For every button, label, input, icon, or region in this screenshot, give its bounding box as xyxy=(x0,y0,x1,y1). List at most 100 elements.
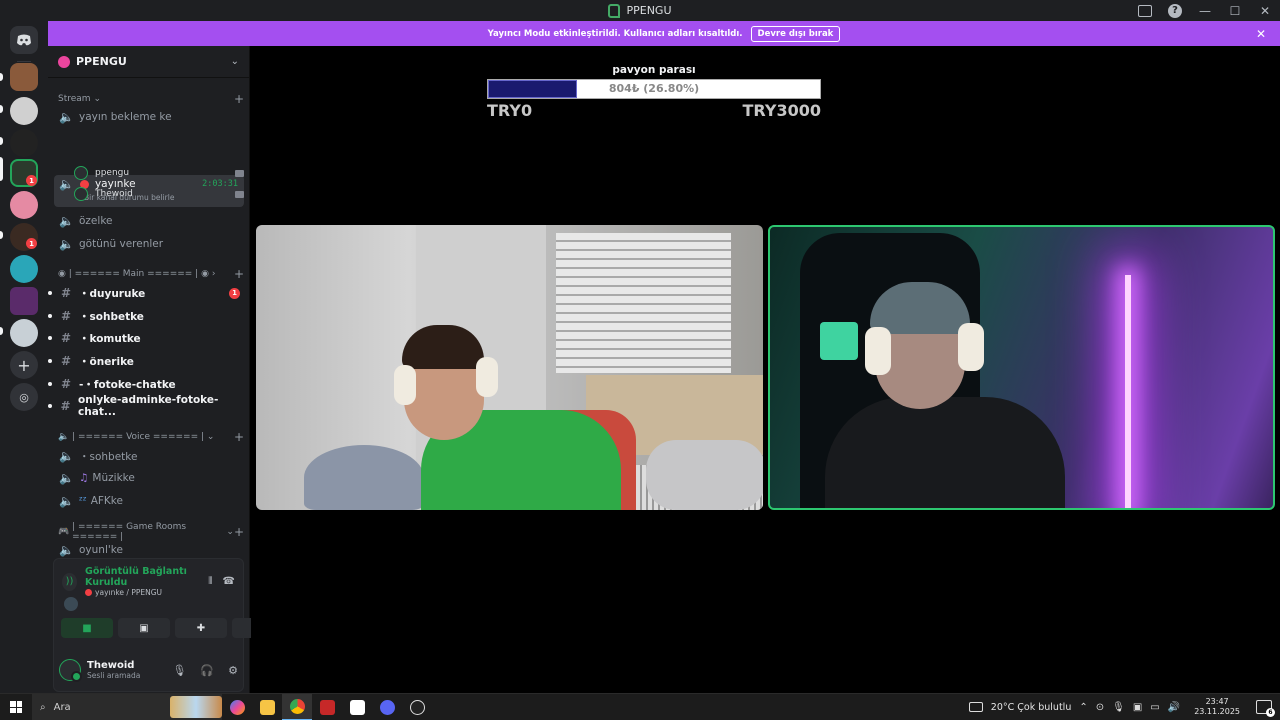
server-icon[interactable] xyxy=(10,191,38,219)
add-channel-icon[interactable]: + xyxy=(234,267,244,281)
disable-streamer-mode-button[interactable]: Devre dışı bırak xyxy=(750,25,841,42)
server-icon[interactable] xyxy=(10,129,38,157)
connection-location[interactable]: yayınke / PPENGU xyxy=(85,588,208,597)
voice-channel[interactable]: 🔈 yayın bekleme ke xyxy=(54,107,244,127)
voice-channel[interactable]: 🔈 ♫ Müzikke xyxy=(54,468,244,488)
microphone-icon[interactable]: 🎙 xyxy=(172,664,186,677)
taskbar-app-obs[interactable] xyxy=(402,694,432,720)
minimize-button[interactable]: — xyxy=(1190,0,1220,21)
chair-light xyxy=(820,322,858,360)
explore-compass-icon[interactable]: ◎ xyxy=(10,383,38,411)
avatar[interactable] xyxy=(64,597,78,611)
category-game-rooms[interactable]: 🎮 | ====== Game Rooms ====== | ⌄ + xyxy=(58,522,244,542)
category-voice[interactable]: 🔈 | ====== Voice ====== | ⌄ + xyxy=(58,430,244,444)
voice-channel[interactable]: 🔈 ・sohbetke xyxy=(54,446,244,466)
text-channel[interactable]: # ・komutke xyxy=(48,328,244,348)
discord-home-icon[interactable] xyxy=(10,26,38,54)
notification-icon[interactable]: 6 xyxy=(1256,700,1275,717)
taskbar-app-chrome[interactable] xyxy=(282,693,312,720)
unread-dot xyxy=(48,359,52,363)
weather-text[interactable]: 20°C Çok bulutlu xyxy=(991,702,1072,713)
app-logo-icon xyxy=(608,3,621,18)
avatar[interactable] xyxy=(59,659,82,682)
server-icon[interactable] xyxy=(10,255,38,283)
camera-button[interactable]: ■ xyxy=(61,618,113,638)
video-tile-thewoid[interactable] xyxy=(768,225,1275,510)
add-channel-icon[interactable]: + xyxy=(234,430,244,444)
category-main[interactable]: ◉ | ====== Main ====== | ◉ › + xyxy=(58,267,244,281)
live-dot-icon xyxy=(85,589,93,596)
add-channel-icon[interactable]: + xyxy=(234,92,244,106)
connection-status[interactable]: Görüntülü Bağlantı Kuruldu xyxy=(85,566,208,588)
screen-share-button[interactable]: ▣ xyxy=(118,618,170,638)
speaker-icon: 🔈 xyxy=(59,237,74,251)
close-window-button[interactable]: ✕ xyxy=(1250,0,1280,21)
voice-channel[interactable]: 🔈 özelke xyxy=(54,211,244,231)
start-button[interactable] xyxy=(0,694,32,720)
taskbar-app-discord[interactable] xyxy=(372,694,402,720)
mention-badge: 1 xyxy=(26,238,37,249)
speaker-icon: 🔈 xyxy=(59,214,74,228)
microphone-icon[interactable]: 🎙 xyxy=(1112,702,1125,713)
username[interactable]: Thewoid xyxy=(87,660,140,671)
donation-amount: 804₺ (26.80%) xyxy=(608,82,700,95)
clock[interactable]: 23:47 23.11.2025 xyxy=(1194,697,1240,717)
hashtag-icon: # xyxy=(60,354,72,368)
maximize-button[interactable]: ☐ xyxy=(1220,0,1250,21)
avatar xyxy=(74,166,88,180)
speaker-icon: 🔈 xyxy=(59,110,74,124)
network-icon[interactable]: ▭ xyxy=(1150,702,1159,713)
taskbar-search[interactable]: ⌕ Ara xyxy=(32,693,222,720)
tray-app-icon[interactable]: ⊙ xyxy=(1096,702,1104,713)
hashtag-icon: # xyxy=(60,377,72,391)
add-server-icon[interactable]: + xyxy=(10,351,38,379)
close-icon[interactable]: ✕ xyxy=(1256,27,1266,41)
voice-channel[interactable]: 🔈 ᶻᶻ AFKke xyxy=(54,491,244,511)
inbox-icon[interactable] xyxy=(1130,0,1160,21)
add-channel-icon[interactable]: + xyxy=(234,525,244,539)
server-header[interactable]: PPENGU ⌄ xyxy=(48,46,249,78)
taskbar-app-copilot[interactable] xyxy=(222,694,252,720)
gear-icon[interactable]: ⚙ xyxy=(228,664,238,677)
activities-button[interactable]: ✚ xyxy=(175,618,227,638)
donation-title: pavyon parası xyxy=(612,64,696,76)
chevron-up-icon[interactable]: ⌃ xyxy=(1079,702,1087,713)
voice-user[interactable]: ppengu xyxy=(74,163,244,183)
voice-channel[interactable]: 🔈 oyunl'ke xyxy=(54,540,244,560)
taskbar-app-capcut[interactable] xyxy=(342,694,372,720)
camera-icon xyxy=(235,169,244,177)
server-icon[interactable] xyxy=(10,63,38,91)
category-stream[interactable]: Stream ⌄ + xyxy=(58,92,244,106)
mention-badge: 1 xyxy=(26,175,37,186)
taskbar-app-explorer[interactable] xyxy=(252,694,282,720)
text-channel[interactable]: # ・önerike xyxy=(48,351,244,371)
text-channel[interactable]: # onlyke-adminke-fotoke-chat... xyxy=(48,394,244,418)
windows-logo-icon xyxy=(10,701,22,713)
clock-time: 23:47 xyxy=(1205,697,1229,706)
text-channel[interactable]: # -・fotoke-chatke xyxy=(48,374,244,394)
server-icon[interactable] xyxy=(10,319,38,347)
volume-icon[interactable]: 🔊 xyxy=(1168,702,1180,713)
headphones-icon[interactable]: 🎧 xyxy=(200,664,214,677)
server-icon[interactable] xyxy=(10,97,38,125)
channel-sidebar: PPENGU ⌄ Stream ⌄ + 🔈 yayın bekleme ke 🔈… xyxy=(48,46,284,693)
text-channel[interactable]: # ・sohbetke xyxy=(48,306,244,326)
disconnect-icon[interactable]: ☎ xyxy=(223,576,235,587)
text-channel[interactable]: # ・duyuruke 1 xyxy=(48,283,244,303)
chevron-down-icon: ⌄ xyxy=(230,56,239,67)
voice-channel[interactable]: 🔈 götünü verenler xyxy=(54,234,244,254)
avatar xyxy=(74,187,88,201)
tray-app-icon[interactable]: ▣ xyxy=(1133,702,1142,713)
noise-suppression-icon[interactable]: ⦀ xyxy=(208,576,212,587)
hashtag-icon: # xyxy=(60,309,72,323)
taskbar-app-streamer[interactable] xyxy=(312,694,342,720)
rail-separator xyxy=(17,61,31,62)
server-icon[interactable] xyxy=(10,287,38,315)
signal-icon[interactable]: )) xyxy=(62,572,78,591)
video-tile-ppengu[interactable] xyxy=(256,225,763,510)
headphones-icon xyxy=(865,327,891,375)
voice-user[interactable]: Thewoid xyxy=(74,184,244,204)
user-status: Sesli aramada xyxy=(87,671,141,680)
help-icon[interactable]: ? xyxy=(1160,0,1190,21)
server-badge-icon xyxy=(58,55,70,68)
